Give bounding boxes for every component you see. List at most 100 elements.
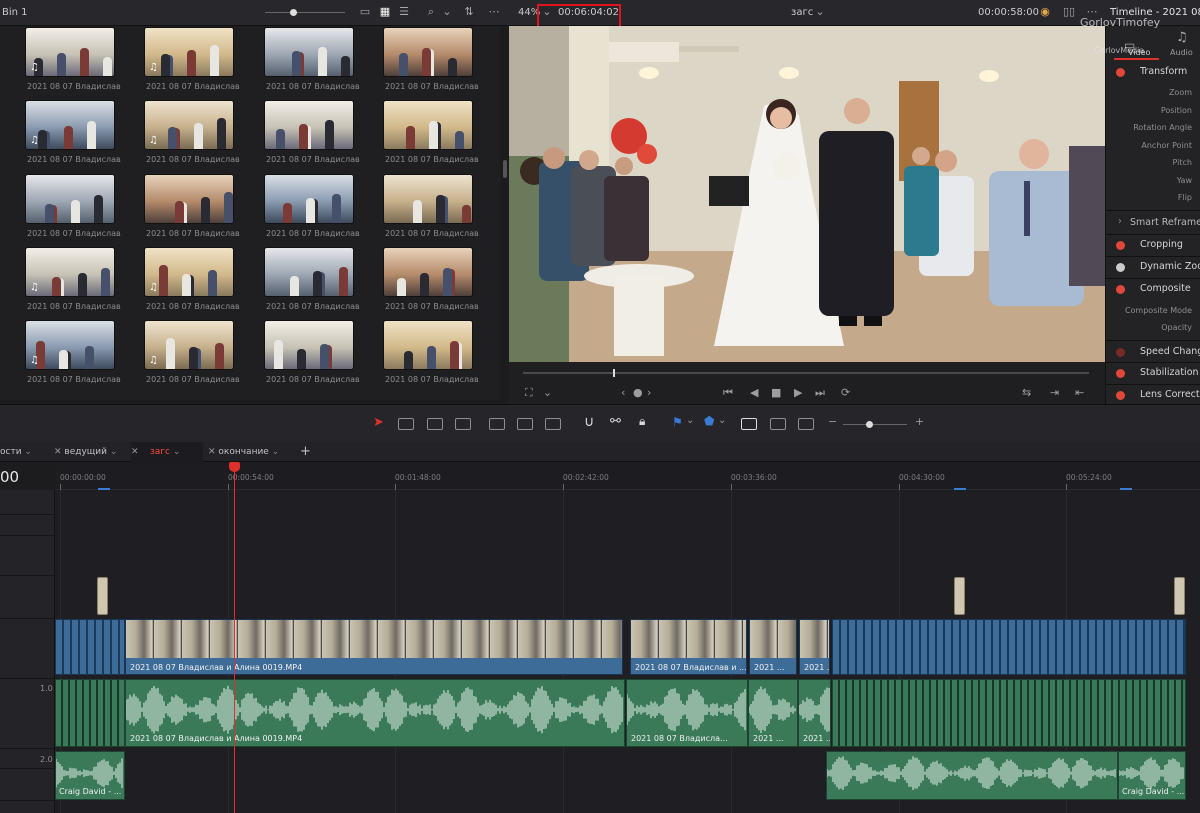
tab-audio[interactable]: Audio [1170,48,1193,57]
video-clip[interactable]: 2021 ... [799,619,830,675]
trim-tool-icon[interactable] [398,418,414,430]
tab-timeline-3[interactable]: ✕ загс ⌄ [131,442,203,462]
media-clip-thumbnail[interactable]: ♫ [144,247,234,297]
media-clip-thumbnail[interactable] [383,100,473,150]
jog-right-icon[interactable]: › [647,386,651,399]
tab-timeline-1[interactable]: ости ⌄ [0,442,44,462]
custom-zoom-icon[interactable] [798,418,814,430]
media-clip-thumbnail[interactable]: ♫ [144,320,234,370]
prev-edit-icon[interactable]: ⇤ [1075,386,1084,399]
music-clip[interactable] [826,751,1118,800]
sort-icon[interactable]: ⇅ [462,5,476,19]
timeline-marker[interactable] [1174,577,1185,615]
match-frame-icon[interactable]: ⇆ [1022,386,1031,399]
color-wheel-icon[interactable]: ◉ [1038,5,1052,19]
chevron-down-icon[interactable]: ⌄ [440,5,454,19]
list-view-icon[interactable]: ☰ [397,5,411,19]
dual-viewer-icon[interactable]: ▯▯ [1062,5,1076,19]
timeline-name[interactable]: загс [791,7,813,18]
full-zoom-icon[interactable] [741,418,757,430]
section-transform[interactable]: Transform [1106,62,1200,82]
section-stabilization[interactable]: Stabilization [1106,363,1200,383]
media-clip-thumbnail[interactable] [383,320,473,370]
jog-left-icon[interactable]: ‹ [621,386,625,399]
enable-toggle[interactable] [1116,391,1125,400]
timeline-dropdown-icon[interactable]: ⌄ [813,5,827,19]
metadata-view-icon[interactable]: ▭ [358,5,372,19]
play-icon[interactable]: ▶ [794,386,802,399]
tab-timeline-2[interactable]: ✕ ведущий ⌄ [54,442,124,462]
loop-icon[interactable]: ⟳ [841,386,850,399]
crop-icon[interactable]: ⛶ [525,386,533,400]
blade-tool-icon[interactable] [455,418,471,430]
media-clip-thumbnail[interactable]: ♫ [25,247,115,297]
video-clip[interactable]: 2021 ... [749,619,797,675]
jog-dot-icon[interactable]: ● [633,386,643,399]
next-edit-icon[interactable]: ⇥ [1050,386,1059,399]
lock-icon[interactable]: 🔒︎ [639,414,645,429]
enable-toggle[interactable] [1116,369,1125,378]
timeline-zoom-slider[interactable] [843,424,907,425]
media-clip-thumbnail[interactable] [383,174,473,224]
stop-icon[interactable]: ■ [771,386,781,399]
media-clip-thumbnail[interactable] [264,247,354,297]
media-clip-thumbnail[interactable] [144,174,234,224]
media-clip-thumbnail[interactable] [264,27,354,77]
enable-toggle[interactable] [1116,241,1125,250]
audio-clip[interactable]: 2021 ... [798,679,831,747]
snapping-icon[interactable]: ∪ [584,414,594,430]
zoom-knob[interactable] [866,421,873,428]
detail-zoom-icon[interactable] [770,418,786,430]
audio-clip[interactable]: 2021 08 07 Владисла... [626,679,748,747]
marker-icon[interactable]: ⬟ [704,414,714,428]
timeline-marker[interactable] [97,577,108,615]
enable-toggle[interactable] [1116,348,1125,357]
bin-name[interactable]: Bin 1 [2,7,28,18]
media-clip-thumbnail[interactable] [383,247,473,297]
skip-end-icon[interactable]: ⏭ [815,386,825,400]
video-clip[interactable]: 2021 08 07 Владислав и ... [630,619,747,675]
chevron-down-icon[interactable]: ⌄ [686,415,694,426]
tab-timeline-4[interactable]: ✕ окончание ⌄ [208,442,290,462]
more-options-icon[interactable]: ⋯ [487,5,501,19]
video-clip[interactable]: 2021 08 07 Владислав и Алина 0019.MP4 [125,619,623,675]
music-clip[interactable]: Craig David - ... [55,751,125,800]
media-clip-thumbnail[interactable] [25,174,115,224]
insert-clip-icon[interactable] [489,418,505,430]
scrubber-playhead[interactable] [613,369,615,377]
enable-toggle[interactable] [1116,68,1125,77]
section-cropping[interactable]: Cropping [1106,235,1200,255]
section-speed-change[interactable]: Speed Change [1106,342,1200,362]
section-lens-correction[interactable]: Lens Correction [1106,385,1200,405]
media-clip-thumbnail[interactable]: ♫ [25,320,115,370]
media-clip-thumbnail[interactable]: ♫ [144,27,234,77]
audio-clip-stripes[interactable] [55,679,125,747]
music-clip[interactable]: Craig David - ... [1118,751,1186,800]
zoom-out-icon[interactable]: − [828,415,837,428]
media-clip-thumbnail[interactable]: ♫ [25,27,115,77]
flag-icon[interactable]: ⚑ [672,415,683,429]
chevron-down-icon[interactable]: ⌄ [543,386,552,399]
section-smart-reframe[interactable]: › Smart Reframe [1106,213,1200,233]
slider-knob[interactable] [290,9,297,16]
media-clip-thumbnail[interactable] [264,174,354,224]
viewer-scrubber[interactable] [523,372,1089,374]
enable-toggle[interactable] [1116,263,1125,272]
audio-clip[interactable]: 2021 08 07 Владислав и Алина 0019.MP4 [125,679,625,747]
video-clip-stripes[interactable] [832,619,1186,675]
audio-tab-icon[interactable]: ♫ [1176,30,1188,45]
search-icon[interactable]: ⌕ [424,5,438,19]
link-icon[interactable]: ⚯ [610,414,621,429]
overwrite-clip-icon[interactable] [517,418,533,430]
media-clip-thumbnail[interactable] [383,27,473,77]
section-dynamic-zoom[interactable]: Dynamic Zoom [1106,257,1200,277]
chevron-down-icon[interactable]: ⌄ [718,415,726,426]
replace-clip-icon[interactable] [545,418,561,430]
media-clip-thumbnail[interactable]: ♫ [144,100,234,150]
timeline-ruler[interactable]: 00:00:00:00 00:00:54:00 00:01:48:00 00:02:4… [55,462,1200,490]
video-clip-stripes[interactable] [55,619,125,675]
media-clip-thumbnail[interactable] [264,320,354,370]
zoom-in-icon[interactable]: + [915,415,924,428]
section-composite[interactable]: Composite [1106,279,1200,299]
add-timeline-tab-button[interactable]: + [300,442,311,462]
